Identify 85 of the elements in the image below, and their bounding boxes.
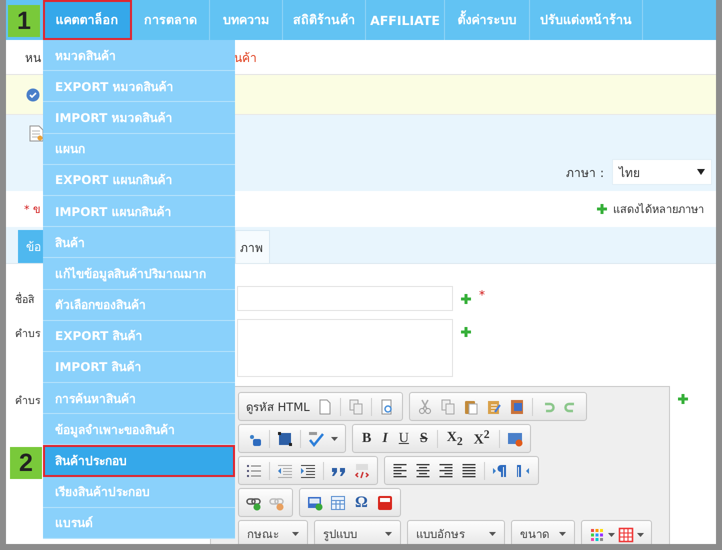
language-label: ภาษา : bbox=[566, 164, 604, 182]
plus-icon bbox=[461, 294, 471, 304]
menu-item[interactable]: แผนก bbox=[43, 134, 235, 165]
check-icon bbox=[26, 88, 40, 102]
document-icon[interactable] bbox=[29, 125, 44, 142]
subscript-button[interactable]: X$_{2}$ bbox=[444, 430, 465, 448]
nav-tab[interactable]: แคตตาล็อก bbox=[43, 0, 132, 40]
nav-tab[interactable]: สถิติร้านค้า bbox=[283, 0, 366, 40]
multi-language-note: แสดงได้หลายภาษา bbox=[613, 202, 704, 218]
menu-item[interactable]: ตัวเลือกของสินค้า bbox=[43, 290, 235, 321]
grid-icon[interactable] bbox=[618, 526, 634, 542]
field-label: ชื่อสิ bbox=[15, 294, 34, 306]
align-center-icon[interactable] bbox=[415, 462, 431, 478]
paste-text-icon[interactable] bbox=[486, 398, 502, 414]
menu-item[interactable]: สินค้า bbox=[43, 227, 235, 258]
caret-icon bbox=[489, 532, 496, 536]
video-icon[interactable] bbox=[376, 494, 393, 510]
required-mark: * bbox=[479, 288, 485, 302]
required-note: * ข bbox=[24, 202, 41, 218]
step-badge: 1 bbox=[8, 5, 40, 37]
copy-icon[interactable] bbox=[440, 398, 456, 414]
align-left-icon[interactable] bbox=[392, 462, 408, 478]
list-icon[interactable] bbox=[246, 462, 262, 478]
ltr-icon[interactable] bbox=[492, 462, 508, 478]
underline-button[interactable]: U bbox=[396, 430, 411, 446]
italic-button[interactable]: I bbox=[380, 430, 390, 446]
color-icon[interactable] bbox=[589, 526, 605, 542]
align-right-icon[interactable] bbox=[438, 462, 454, 478]
copy-icon[interactable] bbox=[348, 398, 364, 414]
menu-item[interactable]: แก้ไขข้อมูลสินค้าปริมาณมาก bbox=[43, 258, 235, 290]
strikethrough-button[interactable]: S bbox=[418, 430, 430, 446]
form-tab[interactable]: ภาพ bbox=[235, 230, 270, 263]
caret-icon bbox=[637, 532, 644, 536]
menu-item[interactable]: IMPORT แผนกสินค้า bbox=[43, 196, 235, 228]
caret-icon bbox=[697, 169, 705, 175]
plus-icon bbox=[678, 394, 688, 404]
source-button[interactable]: ดูรหัส HTML bbox=[246, 398, 310, 416]
plus-icon bbox=[461, 327, 471, 337]
field-label: คำบร bbox=[15, 328, 41, 340]
menu-item[interactable]: IMPORT หมวดสินค้า bbox=[43, 102, 235, 134]
style-dropdown[interactable]: รูปแบบ bbox=[314, 520, 401, 544]
menu-item[interactable]: สินค้าประกอบ bbox=[43, 445, 235, 477]
nav-tab[interactable]: ปรับแต่งหน้าร้าน bbox=[530, 0, 643, 40]
rtl-icon[interactable] bbox=[515, 462, 531, 478]
justify-icon[interactable] bbox=[461, 462, 477, 478]
menu-item[interactable]: แบรนด์ bbox=[43, 508, 235, 539]
menu-item[interactable]: เรียงสินค้าประกอบ bbox=[43, 476, 235, 508]
select-all-icon[interactable] bbox=[277, 430, 293, 446]
caret-icon bbox=[385, 532, 392, 536]
style-dropdown[interactable]: กษณะ bbox=[238, 520, 308, 544]
div-icon[interactable] bbox=[354, 462, 370, 478]
menu-item[interactable]: IMPORT สินค้า bbox=[43, 352, 235, 384]
flash-icon[interactable] bbox=[506, 430, 523, 446]
caret-icon bbox=[559, 532, 566, 536]
style-dropdown[interactable]: แบบอักษร bbox=[407, 520, 505, 544]
paste-word-icon[interactable] bbox=[508, 398, 525, 414]
input-field[interactable] bbox=[237, 286, 453, 311]
language-select[interactable]: ไทย bbox=[612, 159, 712, 185]
caret-icon bbox=[608, 532, 615, 536]
caret-icon bbox=[292, 532, 299, 536]
table-icon[interactable] bbox=[330, 494, 346, 510]
indent-icon[interactable] bbox=[300, 462, 316, 478]
special-character-button[interactable]: Ω bbox=[353, 494, 370, 512]
menu-item[interactable]: หมวดสินค้า bbox=[43, 40, 235, 72]
plus-icon bbox=[597, 204, 607, 214]
page-icon[interactable] bbox=[316, 398, 333, 414]
nav-tab[interactable]: AFFILIATE bbox=[366, 0, 445, 40]
menu-item[interactable]: EXPORT สินค้า bbox=[43, 320, 235, 352]
paste-icon[interactable] bbox=[462, 398, 479, 414]
outdent-icon[interactable] bbox=[277, 462, 293, 478]
style-dropdown[interactable]: ขนาด bbox=[511, 520, 575, 544]
field-label: คำบร bbox=[15, 395, 41, 407]
caret-icon bbox=[331, 436, 338, 440]
menu-item[interactable]: EXPORT หมวดสินค้า bbox=[43, 71, 235, 102]
breadcrumb-link[interactable]: หน bbox=[25, 48, 41, 66]
step-badge: 2 bbox=[10, 447, 42, 479]
spellcheck-icon[interactable] bbox=[308, 430, 324, 446]
menu-item[interactable]: EXPORT แผนกสินค้า bbox=[43, 164, 235, 196]
superscript-button[interactable]: X$^{2}$ bbox=[472, 428, 492, 449]
breadcrumb-current: นค้า bbox=[234, 50, 257, 66]
image-icon[interactable] bbox=[307, 494, 323, 510]
bold-button[interactable]: B bbox=[360, 430, 374, 446]
nav-tab[interactable]: ตั้งค่าระบบ bbox=[445, 0, 530, 40]
scissors-icon[interactable] bbox=[416, 398, 433, 414]
menu-item[interactable]: การค้นหาสินค้า bbox=[43, 383, 235, 414]
